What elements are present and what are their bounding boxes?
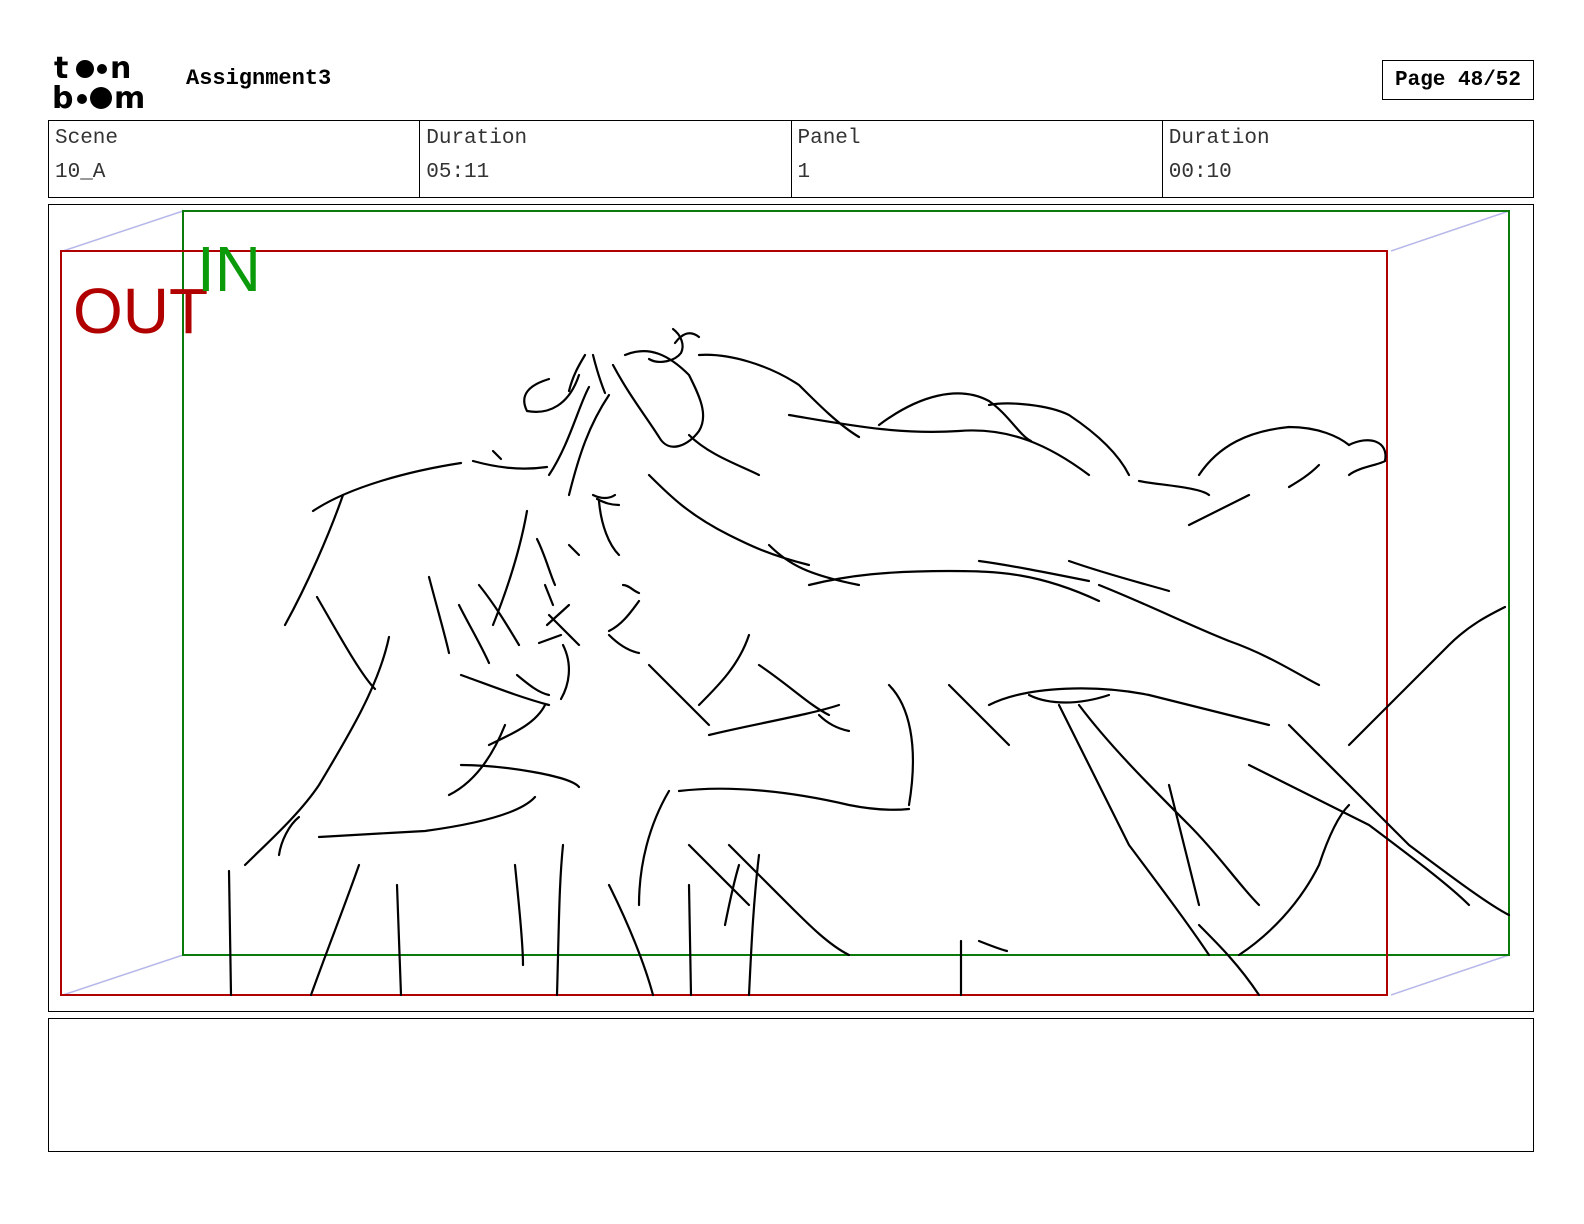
svg-text:b: b bbox=[52, 81, 73, 112]
panel-label: Panel bbox=[797, 127, 861, 150]
notes-box bbox=[48, 1018, 1534, 1152]
toon-boom-logo: t n b m bbox=[52, 51, 164, 116]
sketch-art bbox=[227, 327, 1511, 997]
panel-duration-value: 00:10 bbox=[1168, 161, 1232, 184]
out-label: OUT bbox=[73, 275, 208, 347]
panel-drawing: OUT IN bbox=[60, 210, 1511, 997]
scene-label: Scene bbox=[55, 127, 119, 150]
svg-text:m: m bbox=[114, 81, 145, 112]
scene-value: 10_A bbox=[55, 161, 106, 184]
camera-guides bbox=[62, 210, 1510, 996]
panel-cell: Panel 1 bbox=[792, 121, 1163, 197]
page-indicator: Page 48/52 bbox=[1382, 60, 1534, 100]
scene-duration-cell: Duration 05:11 bbox=[420, 121, 792, 197]
info-table: Scene 10_A Duration 05:11 Panel 1 Durati… bbox=[48, 120, 1534, 198]
scene-duration-value: 05:11 bbox=[426, 161, 490, 184]
scene-duration-label: Duration bbox=[426, 127, 528, 150]
scene-cell: Scene 10_A bbox=[49, 121, 421, 197]
project-title: Assignment3 bbox=[186, 66, 332, 91]
in-label: IN bbox=[197, 233, 261, 305]
panel-duration-cell: Duration 00:10 bbox=[1163, 121, 1533, 197]
panel-duration-label: Duration bbox=[1168, 127, 1270, 150]
panel-value: 1 bbox=[797, 161, 811, 184]
storyboard-panel: OUT IN bbox=[48, 204, 1534, 1012]
